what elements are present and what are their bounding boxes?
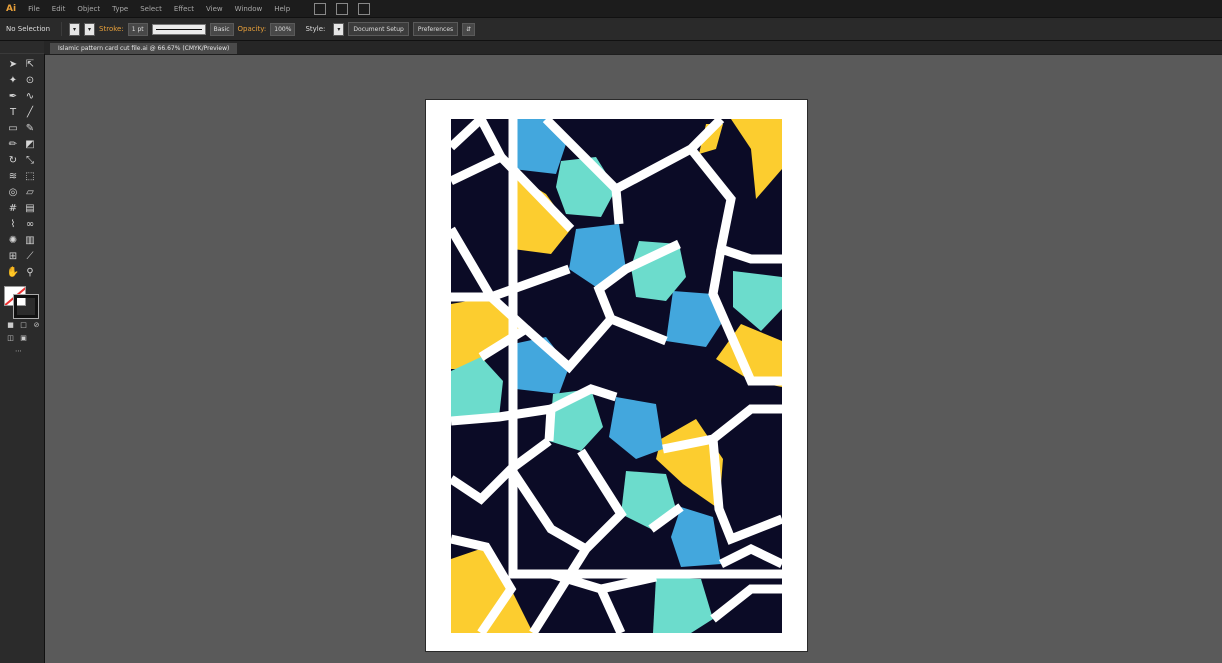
selection-icon[interactable]: ➤ [6,58,20,72]
menu-select[interactable]: Select [134,5,168,13]
screen-mode-icon[interactable]: ▣ [19,333,28,342]
eraser-icon[interactable]: ◩ [23,138,37,152]
fill-stroke-control [4,286,40,318]
curvature-icon[interactable]: ∿ [23,90,37,104]
symbol-sprayer-icon[interactable]: ✺ [6,234,20,248]
opacity-field[interactable]: 100% [270,22,296,36]
islamic-pattern-artwork[interactable] [451,119,782,633]
stroke-label[interactable]: Stroke: [99,25,124,33]
control-bar: No Selection ▾ ▾ Stroke: 1 pt Basic Opac… [0,18,1222,41]
zoom-icon[interactable]: ⚲ [23,266,37,280]
gpu-performance-icon[interactable] [358,2,371,15]
color-icon[interactable]: ■ [6,320,15,329]
bridge-icon[interactable] [314,2,327,15]
draw-mode-row: ◫ ▣ [0,329,44,342]
document-tab[interactable]: Islamic pattern card cut file.ai @ 66.67… [50,43,238,54]
tools-panel: ➤ ⇱ ✦ ⊙ ✒ ∿ T ╱ ▭ ✎ ✏ ◩ ↻ ⤡ ≋ ⬚ ◎ ▱ # ▤ … [0,41,45,663]
edit-toolbar-row: ⋯ [0,342,44,355]
stroke-color-picker[interactable]: ▾ [84,22,96,36]
line-segment-icon[interactable]: ╱ [23,106,37,120]
menu-effect[interactable]: Effect [168,5,200,13]
mesh-icon[interactable]: # [6,202,20,216]
tool-grid: ➤ ⇱ ✦ ⊙ ✒ ∿ T ╱ ▭ ✎ ✏ ◩ ↻ ⤡ ≋ ⬚ ◎ ▱ # ▤ … [0,54,44,280]
graphic-style-picker[interactable]: ▾ [333,22,345,36]
selection-status: No Selection [6,25,51,33]
pen-icon[interactable]: ✒ [6,90,20,104]
preferences-button[interactable]: Preferences [412,22,459,36]
perspective-icon[interactable]: ▱ [23,186,37,200]
fill-color-picker[interactable]: ▾ [69,22,81,36]
arrange-documents-icon[interactable] [336,2,349,15]
menu-bar: Ai File Edit Object Type Select Effect V… [0,0,1222,18]
app-logo: Ai [6,3,17,14]
menu-window[interactable]: Window [229,5,269,13]
menu-file[interactable]: File [22,5,46,13]
scale-icon[interactable]: ⤡ [23,154,37,168]
lasso-icon[interactable]: ⊙ [23,74,37,88]
draw-normal-icon[interactable]: ◫ [6,333,15,342]
magic-wand-icon[interactable]: ✦ [6,74,20,88]
panel-grip[interactable] [0,41,44,54]
paintbrush-icon[interactable]: ✎ [23,122,37,136]
none-icon[interactable]: ⊘ [32,320,41,329]
eyedropper-icon[interactable]: ⌇ [6,218,20,232]
edit-toolbar-icon[interactable]: ⋯ [14,346,23,355]
hand-icon[interactable]: ✋ [6,266,20,280]
gradient-icon[interactable]: ▤ [23,202,37,216]
menu-type[interactable]: Type [106,5,134,13]
direct-selection-icon[interactable]: ⇱ [23,58,37,72]
menu-icons [314,2,371,15]
menu-help[interactable]: Help [268,5,296,13]
warp-icon[interactable]: ≋ [6,170,20,184]
variable-width-profile[interactable] [151,23,206,35]
divider [61,22,63,36]
pencil-icon[interactable]: ✏ [6,138,20,152]
brush-definition-field[interactable]: Basic [209,22,234,36]
menu-edit[interactable]: Edit [46,5,72,13]
document-setup-button[interactable]: Document Setup [348,22,409,36]
strip [611,188,624,225]
gradient-mode-icon[interactable]: □ [19,320,28,329]
column-graph-icon[interactable]: ▥ [23,234,37,248]
slice-icon[interactable]: ⟋ [23,250,37,264]
free-transform-icon[interactable]: ⬚ [23,170,37,184]
opacity-label[interactable]: Opacity: [238,25,267,33]
stroke-swatch[interactable] [14,295,38,318]
artboard-icon[interactable]: ⊞ [6,250,20,264]
stroke-weight-field[interactable]: 1 pt [127,22,148,36]
rectangle-icon[interactable]: ▭ [6,122,20,136]
style-label: Style: [305,25,326,33]
type-icon[interactable]: T [6,106,20,120]
shape-builder-icon[interactable]: ◎ [6,186,20,200]
menu-object[interactable]: Object [71,5,106,13]
document-tab-bar: Islamic pattern card cut file.ai @ 66.67… [44,41,1222,54]
menu-view[interactable]: View [200,5,229,13]
arrange-icon[interactable]: ⇵ [462,22,476,36]
blend-icon[interactable]: ∞ [23,218,37,232]
rotate-icon[interactable]: ↻ [6,154,20,168]
